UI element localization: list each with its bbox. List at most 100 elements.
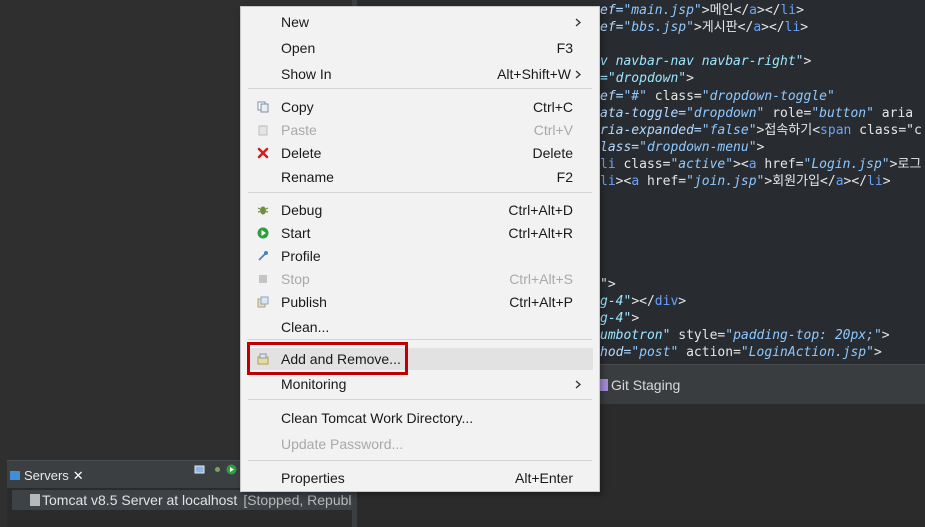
menu-separator [248,399,592,400]
menu-item-shortcut: Alt+Shift+W [497,66,571,82]
code-line: li class="active"><a href="Login.jsp">로그 [600,156,921,173]
chevron-right-icon [575,373,581,395]
menu-item-shortcut: F2 [556,169,573,185]
menu-item-debug[interactable]: Debug Ctrl+Alt+D [247,199,593,221]
code-token: >< [733,156,749,172]
menu-item-shortcut: Alt+Enter [515,470,573,486]
code-line: umbotron" style="padding-top: 20px;"> [600,327,890,344]
code-token: "dropdown-toggle" [701,88,835,104]
code-token: href= [639,174,687,189]
code-token: "active" [670,156,734,172]
menu-item-clean-tomcat-work-directory[interactable]: Clean Tomcat Work Directory... [247,407,593,429]
code-token: a [753,20,762,36]
code-token: "> [600,276,616,292]
code-token: "LoginAction.jsp" [740,345,874,360]
code-token: a [748,156,757,172]
code-token: class= [615,156,671,172]
menu-item-shortcut: Ctrl+Alt+D [508,202,573,218]
code-token: action= [678,345,741,360]
code-token: "post" [631,345,679,360]
menu-item-monitoring[interactable]: Monitoring [247,373,593,395]
tab-servers[interactable]: Servers ✕ [10,467,84,485]
menu-item-new[interactable]: New [247,11,593,33]
delete-icon [257,147,269,159]
code-token: > [686,71,694,87]
code-token: ata-toggle= [600,105,687,121]
menu-item-label: New [281,14,310,30]
profile-icon [257,250,269,262]
menu-item-start[interactable]: Start Ctrl+Alt+R [247,222,593,244]
code-token: >로그 [889,156,922,172]
code-token: ></ [757,3,781,18]
code-token: ef= [600,3,624,18]
code-token: ></ [761,20,785,36]
code-token: > [796,3,804,18]
tomcat-server-icon [30,494,40,506]
code-token: >접속하기< [756,122,821,138]
menu-item-label: Profile [281,248,321,264]
menu-item-label: Paste [281,122,317,138]
menu-separator [248,339,592,340]
code-token: class="c [851,122,922,138]
menu-item-label: Show In [281,66,332,82]
code-token: v navbar-nav navbar-right" [600,54,804,70]
menu-item-label: Open [281,40,316,56]
menu-item-label: Copy [281,99,314,115]
code-token: hod= [600,345,632,360]
menu-item-label: Start [281,225,311,241]
code-token: > [800,20,809,36]
menu-item-shortcut: Ctrl+C [532,99,573,115]
code-token: > [882,174,891,189]
menu-item-properties[interactable]: Properties Alt+Enter [247,467,593,489]
start-server-icon[interactable] [226,464,237,475]
code-token: "false" [701,122,757,138]
menu-item-label: Update Password... [281,436,404,452]
menu-item-show-in[interactable]: Show In Alt+Shift+W [247,63,593,85]
debug-server-icon[interactable] [212,464,223,475]
start-icon [257,227,269,239]
code-token: g-4" [600,310,632,326]
menu-item-label: Publish [281,294,327,310]
menu-item-delete[interactable]: Delete Delete [247,142,593,164]
publish-icon [257,296,269,308]
new-server-icon[interactable] [194,464,205,475]
code-line: ria-expanded="false">접속하기<span class="c [600,122,922,139]
menu-item-copy[interactable]: Copy Ctrl+C [247,96,593,118]
code-line: v navbar-nav navbar-right"> [600,53,811,70]
code-token: "dropdown-menu" [639,139,757,155]
menu-separator [248,88,592,89]
code-token: role= [764,105,812,121]
tab-git-staging[interactable]: Git Staging [598,376,680,394]
code-line: ef="bbs.jsp">게시판</a></li> [600,19,808,36]
debug-icon [257,204,269,216]
code-token: "Login.jsp" [803,156,890,172]
menu-item-label: Stop [281,271,310,287]
copy-icon [257,101,269,113]
code-token: "join.jsp" [686,174,765,189]
code-token: ef= [600,20,624,36]
menu-item-open[interactable]: Open F3 [247,37,593,59]
code-line: ef="#" class="dropdown-toggle" [600,88,835,105]
code-token: lass= [600,139,640,155]
menu-item-profile[interactable]: Profile [247,245,593,267]
menu-item-label: Debug [281,202,323,218]
close-icon[interactable]: ✕ [73,468,84,483]
menu-item-shortcut: Ctrl+V [533,122,573,138]
server-list-item[interactable]: Tomcat v8.5 Server at localhost [Stopped,… [12,490,352,510]
menu-item-shortcut: Ctrl+Alt+R [508,225,573,241]
code-token: class= [646,88,702,104]
menu-item-publish[interactable]: Publish Ctrl+Alt+P [247,291,593,313]
stop-icon [257,273,269,285]
menu-item-label: Monitoring [281,376,347,392]
code-token: li [600,174,616,189]
menu-item-rename[interactable]: Rename F2 [247,166,593,188]
code-token: li [784,20,801,36]
menu-item-clean[interactable]: Clean... [247,316,593,338]
menu-item-shortcut: Ctrl+Alt+P [509,294,573,310]
code-token: "button" [811,105,874,121]
code-token: li [780,3,797,18]
code-line: lass="dropdown-menu"> [600,139,764,156]
code-token: > [803,54,812,70]
menu-item-label: Rename [281,169,334,185]
code-token: "dropdown" [686,105,765,121]
